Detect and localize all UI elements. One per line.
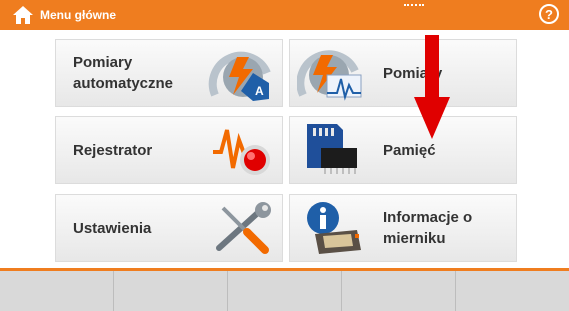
tile-label: Pamięć <box>383 142 436 159</box>
menu-tile-meter-info[interactable]: Informacje o mierniku <box>289 194 517 262</box>
title-bar: Menu główne ? <box>0 0 569 30</box>
tile-label: Rejestrator <box>73 142 153 159</box>
recorder-icon <box>213 129 270 175</box>
tile-label: Ustawienia <box>73 220 152 237</box>
function-key-1[interactable] <box>0 271 114 311</box>
page-title: Menu główne <box>40 8 116 22</box>
info-meter-icon <box>307 202 361 254</box>
memory-card-icon <box>307 124 357 174</box>
svg-text:A: A <box>255 84 264 98</box>
menu-tile-recorder[interactable]: Rejestrator <box>55 116 283 184</box>
function-key-2[interactable] <box>114 271 228 311</box>
menu-tile-settings[interactable]: Ustawienia <box>55 194 283 262</box>
tile-label: Pomiary automatyczne <box>73 54 174 92</box>
function-key-bar <box>0 268 569 311</box>
function-key-5[interactable] <box>456 271 569 311</box>
tile-label: Informacje o mierniku <box>383 209 473 247</box>
annotation-red-arrow <box>414 35 450 139</box>
menu-tile-memory[interactable]: Pamięć <box>289 116 517 184</box>
help-icon[interactable]: ? <box>539 4 559 24</box>
function-key-3[interactable] <box>228 271 342 311</box>
auto-measurement-icon: A <box>208 51 271 101</box>
function-key-4[interactable] <box>342 271 456 311</box>
menu-tile-measurements[interactable]: Pomiary <box>289 39 517 107</box>
home-icon[interactable] <box>12 5 34 25</box>
signal-indicator <box>404 4 424 9</box>
settings-tools-icon <box>216 202 271 254</box>
menu-tile-auto-measurements[interactable]: Pomiary automatyczne A <box>55 39 283 107</box>
measurement-waveform-icon <box>297 50 362 101</box>
